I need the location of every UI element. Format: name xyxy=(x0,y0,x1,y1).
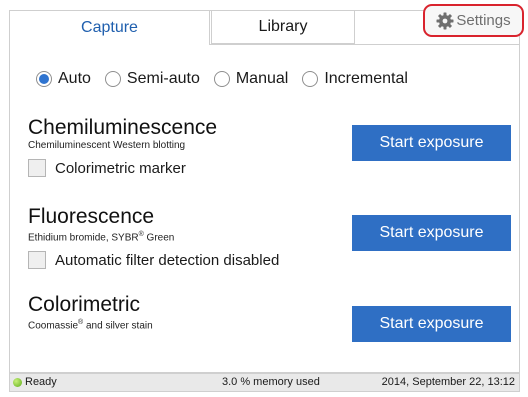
colorimetric-title: Colorimetric xyxy=(28,293,141,316)
radio-manual[interactable] xyxy=(213,71,230,87)
radio-incremental[interactable] xyxy=(302,71,319,87)
mode-manual-label: Manual xyxy=(235,70,289,87)
settings-button[interactable]: Settings xyxy=(423,4,524,37)
status-bar: Ready 3.0 % memory used 2014, September … xyxy=(9,373,520,392)
status-datetime: 2014, September 22, 13:12 xyxy=(381,376,515,388)
radio-auto[interactable] xyxy=(36,71,52,87)
filter-detection-label: Automatic filter detection disabled xyxy=(55,251,280,269)
mode-auto[interactable]: Auto xyxy=(36,70,91,88)
section-chemiluminescence: Chemiluminescence Chemiluminescent Weste… xyxy=(28,117,217,177)
gear-icon xyxy=(436,12,454,30)
fluorescence-subtitle-a: Ethidium bromide, SYBR xyxy=(28,232,139,244)
mode-incremental[interactable]: Incremental xyxy=(302,70,408,88)
start-exposure-fluorescence-button[interactable]: Start exposure xyxy=(352,215,511,251)
mode-incremental-label: Incremental xyxy=(324,70,408,87)
colorimetric-marker-option[interactable]: Colorimetric marker xyxy=(28,159,217,177)
chemiluminescence-title: Chemiluminescence xyxy=(28,116,218,139)
start-exposure-colorimetric-button[interactable]: Start exposure xyxy=(352,306,511,342)
colorimetric-marker-checkbox[interactable] xyxy=(28,159,46,177)
top-bar: Capture Library Settings xyxy=(9,4,524,45)
status-state: Ready xyxy=(13,376,57,388)
status-state-label: Ready xyxy=(25,376,57,388)
tab-capture[interactable]: Capture xyxy=(9,10,210,45)
filter-detection-option[interactable]: Automatic filter detection disabled xyxy=(28,251,280,270)
radio-semi-auto[interactable] xyxy=(104,71,121,87)
mode-semi-auto-label: Semi-auto xyxy=(126,70,200,87)
section-fluorescence: Fluorescence Ethidium bromide, SYBR® Gre… xyxy=(28,205,280,270)
status-ok-icon xyxy=(13,377,22,387)
mode-semi-auto[interactable]: Semi-auto xyxy=(104,70,200,88)
settings-label: Settings xyxy=(456,12,511,29)
colorimetric-marker-label: Colorimetric marker xyxy=(55,159,186,177)
tab-library[interactable]: Library xyxy=(211,10,355,44)
memory-usage: 3.0 % memory used xyxy=(222,376,320,388)
mode-auto-label: Auto xyxy=(58,70,91,87)
fluorescence-subtitle: Ethidium bromide, SYBR® Green xyxy=(28,229,279,244)
start-exposure-chemiluminescence-button[interactable]: Start exposure xyxy=(352,125,511,161)
colorimetric-subtitle-a: Coomassie xyxy=(28,320,79,332)
fluorescence-subtitle-b: Green xyxy=(143,232,175,244)
fluorescence-title: Fluorescence xyxy=(28,205,155,228)
colorimetric-subtitle-b: and silver stain xyxy=(83,320,153,332)
chemiluminescence-subtitle: Chemiluminescent Western blotting xyxy=(28,140,186,151)
mode-manual[interactable]: Manual xyxy=(213,70,289,88)
section-colorimetric: Colorimetric Coomassie® and silver stain xyxy=(28,294,153,332)
exposure-mode-group: Auto Semi-auto Manual Incremental xyxy=(36,70,422,88)
filter-detection-checkbox[interactable] xyxy=(28,251,46,270)
colorimetric-subtitle: Coomassie® and silver stain xyxy=(28,317,153,332)
tab-divider xyxy=(210,44,520,45)
